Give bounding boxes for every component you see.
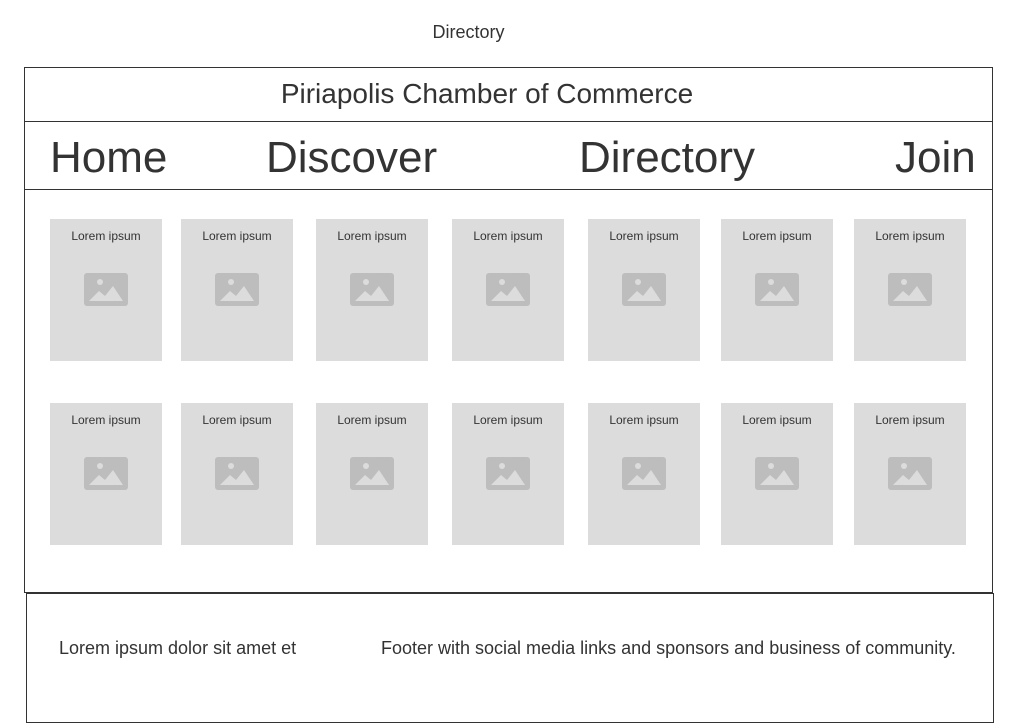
nav-discover[interactable]: Discover	[266, 133, 437, 183]
image-placeholder-icon	[486, 457, 530, 490]
directory-card[interactable]: Lorem ipsum	[588, 219, 700, 361]
image-placeholder-icon	[622, 457, 666, 490]
card-label: Lorem ipsum	[742, 229, 812, 243]
footer-left-text: Lorem ipsum dolor sit amet et	[59, 638, 297, 658]
site-frame: Piriapolis Chamber of Commerce Home Disc…	[24, 67, 993, 593]
directory-card[interactable]: Lorem ipsum	[721, 219, 833, 361]
site-title: Piriapolis Chamber of Commerce	[280, 78, 694, 109]
directory-card[interactable]: Lorem ipsum	[181, 219, 293, 361]
image-placeholder-icon	[215, 457, 259, 490]
image-placeholder-icon	[350, 273, 394, 306]
image-placeholder-icon	[622, 273, 666, 306]
card-label: Lorem ipsum	[337, 413, 407, 427]
directory-card[interactable]: Lorem ipsum	[452, 403, 564, 545]
directory-card[interactable]: Lorem ipsum	[854, 403, 966, 545]
image-placeholder-icon	[84, 457, 128, 490]
card-label: Lorem ipsum	[202, 413, 272, 427]
card-label: Lorem ipsum	[71, 229, 141, 243]
footer: Lorem ipsum dolor sit amet et Footer wit…	[26, 593, 994, 723]
card-label: Lorem ipsum	[609, 413, 679, 427]
directory-card[interactable]: Lorem ipsum	[854, 219, 966, 361]
directory-card[interactable]: Lorem ipsum	[588, 403, 700, 545]
image-placeholder-icon	[888, 273, 932, 306]
directory-card[interactable]: Lorem ipsum	[452, 219, 564, 361]
card-label: Lorem ipsum	[473, 413, 543, 427]
card-label: Lorem ipsum	[742, 413, 812, 427]
directory-card[interactable]: Lorem ipsum	[316, 219, 428, 361]
card-label: Lorem ipsum	[71, 413, 141, 427]
image-placeholder-icon	[486, 273, 530, 306]
image-placeholder-icon	[215, 273, 259, 306]
nav-home[interactable]: Home	[50, 133, 167, 183]
nav-directory[interactable]: Directory	[579, 133, 755, 183]
card-label: Lorem ipsum	[875, 413, 945, 427]
card-label: Lorem ipsum	[609, 229, 679, 243]
directory-card[interactable]: Lorem ipsum	[50, 219, 162, 361]
main-nav: Home Discover Directory Join	[25, 122, 992, 190]
image-placeholder-icon	[84, 273, 128, 306]
directory-card[interactable]: Lorem ipsum	[316, 403, 428, 545]
header: Piriapolis Chamber of Commerce	[25, 68, 992, 122]
nav-join[interactable]: Join	[895, 133, 976, 183]
image-placeholder-icon	[350, 457, 394, 490]
card-label: Lorem ipsum	[337, 229, 407, 243]
image-placeholder-icon	[755, 273, 799, 306]
image-placeholder-icon	[888, 457, 932, 490]
card-label: Lorem ipsum	[875, 229, 945, 243]
card-label: Lorem ipsum	[473, 229, 543, 243]
image-placeholder-icon	[755, 457, 799, 490]
directory-card[interactable]: Lorem ipsum	[181, 403, 293, 545]
footer-right-text: Footer with social media links and spons…	[381, 638, 956, 658]
directory-card[interactable]: Lorem ipsum	[50, 403, 162, 545]
card-label: Lorem ipsum	[202, 229, 272, 243]
directory-card[interactable]: Lorem ipsum	[721, 403, 833, 545]
page-heading: Directory	[432, 22, 505, 42]
